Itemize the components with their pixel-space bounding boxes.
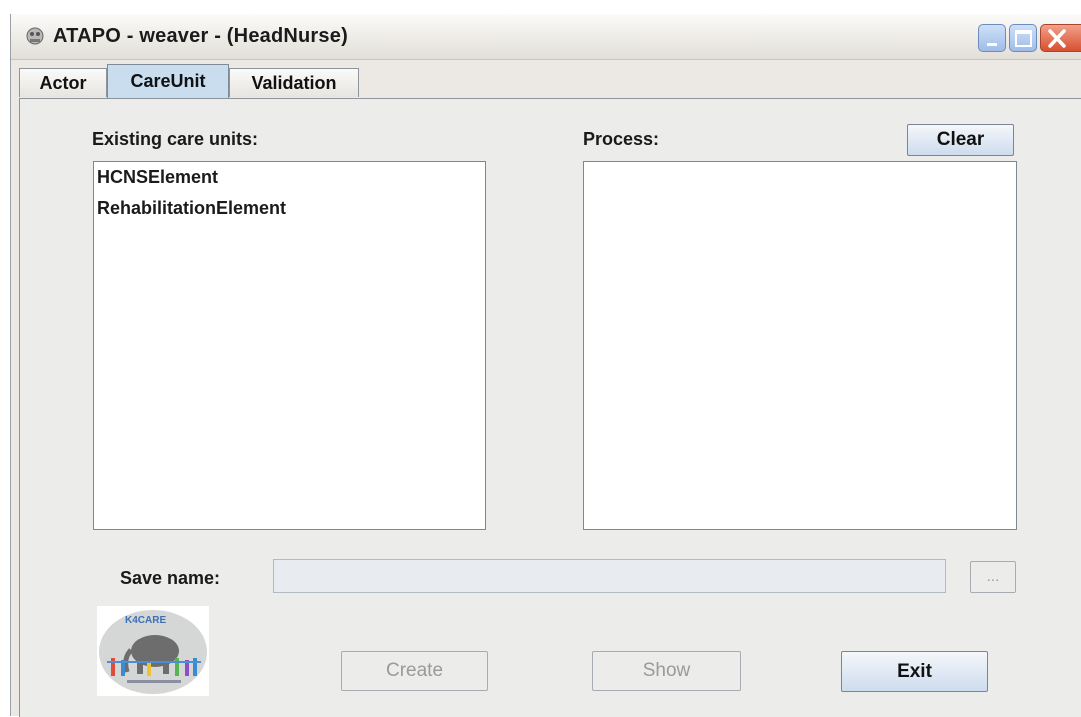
maximize-icon: [1015, 30, 1032, 47]
save-name-label: Save name:: [120, 568, 221, 588]
process-list[interactable]: [583, 161, 1017, 530]
minimize-button[interactable]: [978, 24, 1006, 52]
care-units-list[interactable]: HCNSElement RehabilitationElement: [93, 161, 486, 530]
minimize-icon: [987, 43, 997, 46]
app-window: ATAPO - weaver - (HeadNurse) Actor CareU…: [10, 14, 1081, 717]
k4care-logo: K4CARE: [97, 606, 209, 696]
maximize-button[interactable]: [1009, 24, 1037, 52]
close-icon: [1048, 29, 1066, 48]
browse-button[interactable]: ...: [970, 561, 1016, 593]
save-name-input[interactable]: [273, 559, 946, 593]
process-label: Process:: [583, 129, 660, 149]
exit-button[interactable]: Exit: [841, 651, 988, 692]
tab-careunit[interactable]: CareUnit: [107, 64, 229, 98]
create-button[interactable]: Create: [341, 651, 488, 691]
tab-actor[interactable]: Actor: [19, 68, 107, 97]
logo-text: K4CARE: [125, 615, 166, 626]
careunit-panel: Existing care units: HCNSElement Rehabil…: [19, 98, 1081, 717]
clear-button[interactable]: Clear: [907, 124, 1014, 156]
care-units-label: Existing care units:: [92, 129, 259, 149]
app-icon: [26, 27, 44, 45]
tab-strip: Actor CareUnit Validation: [11, 64, 1081, 98]
window-title: ATAPO - weaver - (HeadNurse): [53, 25, 348, 47]
title-bar[interactable]: ATAPO - weaver - (HeadNurse): [11, 14, 1081, 60]
close-button[interactable]: [1040, 24, 1081, 52]
show-button[interactable]: Show: [592, 651, 741, 691]
tab-validation[interactable]: Validation: [229, 68, 359, 97]
list-item[interactable]: RehabilitationElement: [94, 193, 485, 224]
list-item[interactable]: HCNSElement: [94, 162, 485, 193]
